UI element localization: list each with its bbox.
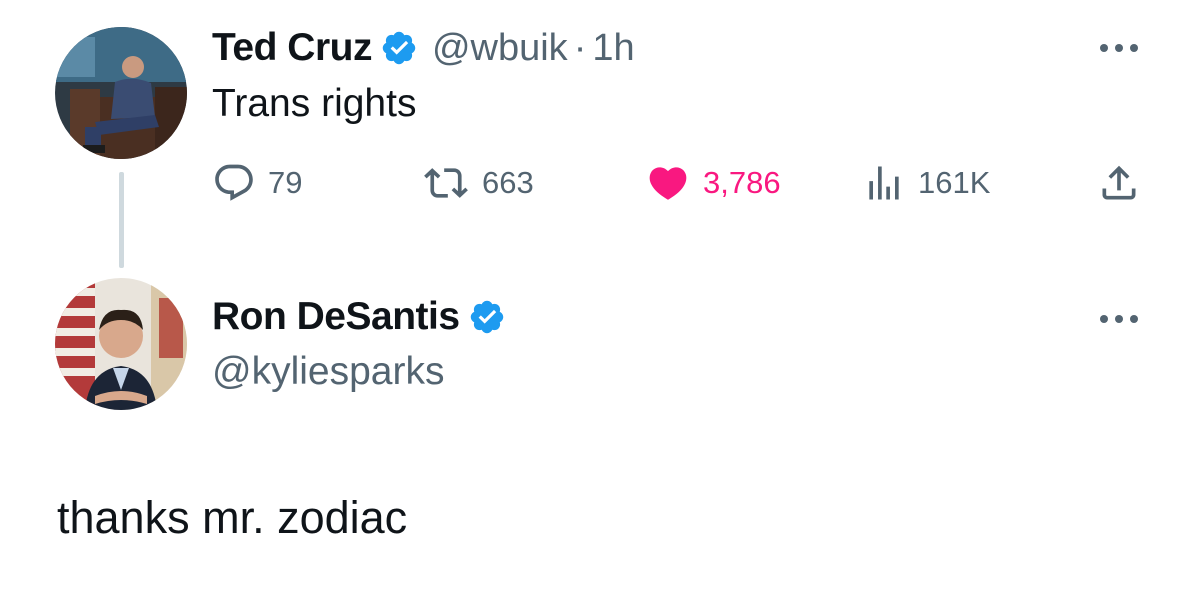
tweet-timestamp[interactable]: 1h (592, 27, 634, 70)
avatar-reply-author[interactable] (55, 278, 187, 410)
header-separator: · (573, 26, 587, 69)
heart-filled-icon (649, 167, 687, 200)
reply-icon (215, 164, 253, 201)
tweet-body-text: Trans rights (212, 82, 417, 125)
more-options-button[interactable] (1099, 41, 1139, 53)
thread-connector-line (119, 172, 124, 268)
reply-header: Ron DeSantis (212, 292, 506, 342)
ellipsis-icon (1100, 315, 1138, 323)
views-count: 161K (918, 165, 991, 200)
author-handle[interactable]: @wbuik (432, 27, 568, 70)
share-button[interactable] (1097, 160, 1153, 206)
reply-author-display-name[interactable]: Ron DeSantis (212, 295, 460, 339)
retweet-icon (424, 168, 468, 198)
retweet-button[interactable]: 663 (422, 160, 534, 206)
more-options-button[interactable] (1099, 312, 1139, 324)
reply-count: 79 (268, 165, 303, 200)
views-button[interactable]: 161K (862, 160, 990, 206)
author-display-name[interactable]: Ted Cruz (212, 26, 372, 70)
tweet-header: Ted Cruz @wbuik · 1h (212, 23, 635, 73)
like-count: 3,786 (703, 165, 781, 200)
views-chart-icon (869, 166, 899, 200)
tweet-thread: Ted Cruz @wbuik · 1h Trans rights 79 663… (0, 0, 1200, 602)
retweet-count: 663 (482, 165, 534, 200)
reply-button[interactable]: 79 (212, 160, 302, 206)
verified-badge-icon[interactable] (468, 298, 506, 336)
reply-body-text: thanks mr. zodiac (57, 492, 408, 543)
reply-author-handle[interactable]: @kyliesparks (212, 350, 444, 394)
share-icon (1102, 165, 1136, 200)
avatar-photo (55, 27, 187, 159)
avatar-tweet-author[interactable] (55, 27, 187, 159)
tweet-action-bar: 79 663 3,786 161K (212, 160, 1152, 206)
avatar-photo (55, 278, 187, 410)
verified-badge-icon[interactable] (380, 29, 418, 67)
like-button[interactable]: 3,786 (645, 160, 781, 206)
ellipsis-icon (1100, 44, 1138, 52)
